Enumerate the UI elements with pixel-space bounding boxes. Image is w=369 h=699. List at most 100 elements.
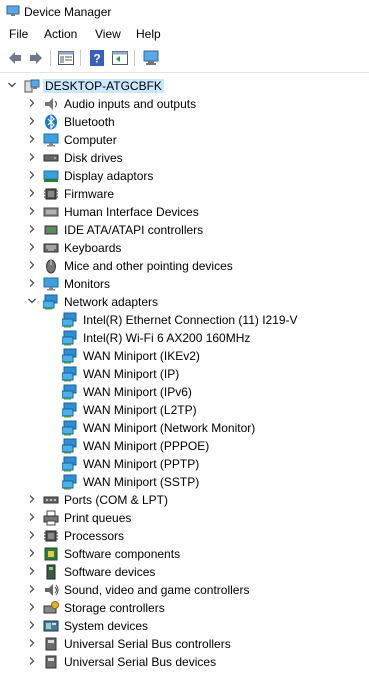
back-icon[interactable] [6,49,24,67]
network-icon [62,366,77,382]
device-label: WAN Miniport (PPPOE) [83,439,210,453]
tree-device[interactable]: Intel(R) Ethernet Connection (11) I219-V [0,311,369,329]
tree-category[interactable]: Keyboards [0,239,369,257]
port-icon [43,496,59,504]
menu-bar: File Action View Help [0,24,369,44]
chevron-right-icon[interactable] [27,116,37,126]
tree-category[interactable]: Mice and other pointing devices [0,257,369,275]
tree-root[interactable]: DESKTOP-ATGCBFK [0,77,369,95]
chevron-right-icon[interactable] [27,548,37,558]
chevron-right-icon[interactable] [27,188,37,198]
tree-category[interactable]: Software components [0,545,369,563]
update-driver-icon[interactable] [111,49,129,67]
printer-icon [43,510,59,526]
chevron-right-icon[interactable] [27,620,37,630]
help-icon[interactable]: ? [88,49,106,67]
window-title: Device Manager [24,5,112,19]
chevron-down-icon[interactable] [7,80,17,90]
network-icon [62,312,77,328]
properties-icon[interactable] [57,49,75,67]
usb-icon [45,637,57,651]
chevron-right-icon[interactable] [27,224,37,234]
chevron-right-icon[interactable] [27,584,37,594]
tree-category[interactable]: Monitors [0,275,369,293]
storage-icon [43,601,59,614]
menu-action[interactable]: Action [44,27,77,41]
bluetooth-icon [45,114,57,130]
toolbar-separator [80,50,81,66]
chevron-right-icon[interactable] [27,494,37,504]
tree-category[interactable]: System devices [0,617,369,635]
tree-category[interactable]: Display adaptors [0,167,369,185]
tree-category[interactable]: Human Interface Devices [0,203,369,221]
category-label: Processors [64,529,125,543]
category-label: Print queues [64,511,132,525]
tree-category[interactable]: Disk drives [0,149,369,167]
tree-category[interactable]: Firmware [0,185,369,203]
chip-icon [44,530,58,542]
tree-device[interactable]: WAN Miniport (L2TP) [0,401,369,419]
hid-icon [43,207,59,217]
chevron-right-icon[interactable] [27,530,37,540]
keyboard-icon [43,243,59,253]
device-label: WAN Miniport (IKEv2) [83,349,200,363]
menu-help[interactable]: Help [136,27,161,41]
scan-hardware-icon[interactable] [142,49,160,67]
tree-device[interactable]: WAN Miniport (IP) [0,365,369,383]
category-label: Audio inputs and outputs [64,97,197,111]
tree-device[interactable]: Intel(R) Wi-Fi 6 AX200 160MHz [0,329,369,347]
tree-category[interactable]: Audio inputs and outputs [0,95,369,113]
chevron-right-icon[interactable] [27,512,37,522]
chevron-right-icon[interactable] [27,206,37,216]
tree-category[interactable]: Storage controllers [0,599,369,617]
chevron-right-icon[interactable] [27,638,37,648]
chevron-right-icon[interactable] [27,98,37,108]
network-icon [62,456,77,472]
chevron-right-icon[interactable] [27,278,37,288]
tree-category[interactable]: Ports (COM & LPT) [0,491,369,509]
disk-icon [43,154,59,162]
chevron-right-icon[interactable] [27,260,37,270]
network-icon [62,474,77,490]
tree-category[interactable]: Universal Serial Bus devices [0,653,369,671]
chevron-down-icon[interactable] [27,296,37,306]
tree-device[interactable]: WAN Miniport (IPv6) [0,383,369,401]
chevron-right-icon[interactable] [27,656,37,666]
category-label: Human Interface Devices [64,205,199,219]
chevron-right-icon[interactable] [27,134,37,144]
tree-category[interactable]: Bluetooth [0,113,369,131]
tree-device[interactable]: WAN Miniport (PPPOE) [0,437,369,455]
tree-category[interactable]: Print queues [0,509,369,527]
tree-category[interactable]: Sound, video and game controllers [0,581,369,599]
software-device-icon [46,564,56,580]
tree-device[interactable]: WAN Miniport (IKEv2) [0,347,369,365]
device-manager-icon [6,5,20,16]
forward-icon[interactable] [27,49,45,67]
display-adapter-icon [43,170,59,182]
svg-text:?: ? [93,52,100,66]
chevron-right-icon[interactable] [27,242,37,252]
tree-device[interactable]: WAN Miniport (PPTP) [0,455,369,473]
network-icon [43,294,58,310]
tree-device[interactable]: WAN Miniport (SSTP) [0,473,369,491]
device-label: WAN Miniport (IP) [83,367,180,381]
network-icon [62,438,77,454]
tree-category[interactable]: IDE ATA/ATAPI controllers [0,221,369,239]
tree-category[interactable]: Computer [0,131,369,149]
tree-device[interactable]: WAN Miniport (Network Monitor) [0,419,369,437]
tree-category[interactable]: Network adapters [0,293,369,311]
chevron-right-icon[interactable] [27,566,37,576]
device-label: WAN Miniport (L2TP) [83,403,197,417]
chevron-right-icon[interactable] [27,170,37,180]
menu-file[interactable]: File [9,27,28,41]
tree-category[interactable]: Software devices [0,563,369,581]
component-icon [44,547,58,561]
tree-category[interactable]: Universal Serial Bus controllers [0,635,369,653]
computer-icon [24,79,40,93]
chevron-right-icon[interactable] [27,152,37,162]
category-label: Keyboards [64,241,122,255]
chevron-right-icon[interactable] [27,602,37,612]
category-label: Sound, video and game controllers [64,583,250,597]
menu-view[interactable]: View [95,27,121,41]
tree-category[interactable]: Processors [0,527,369,545]
